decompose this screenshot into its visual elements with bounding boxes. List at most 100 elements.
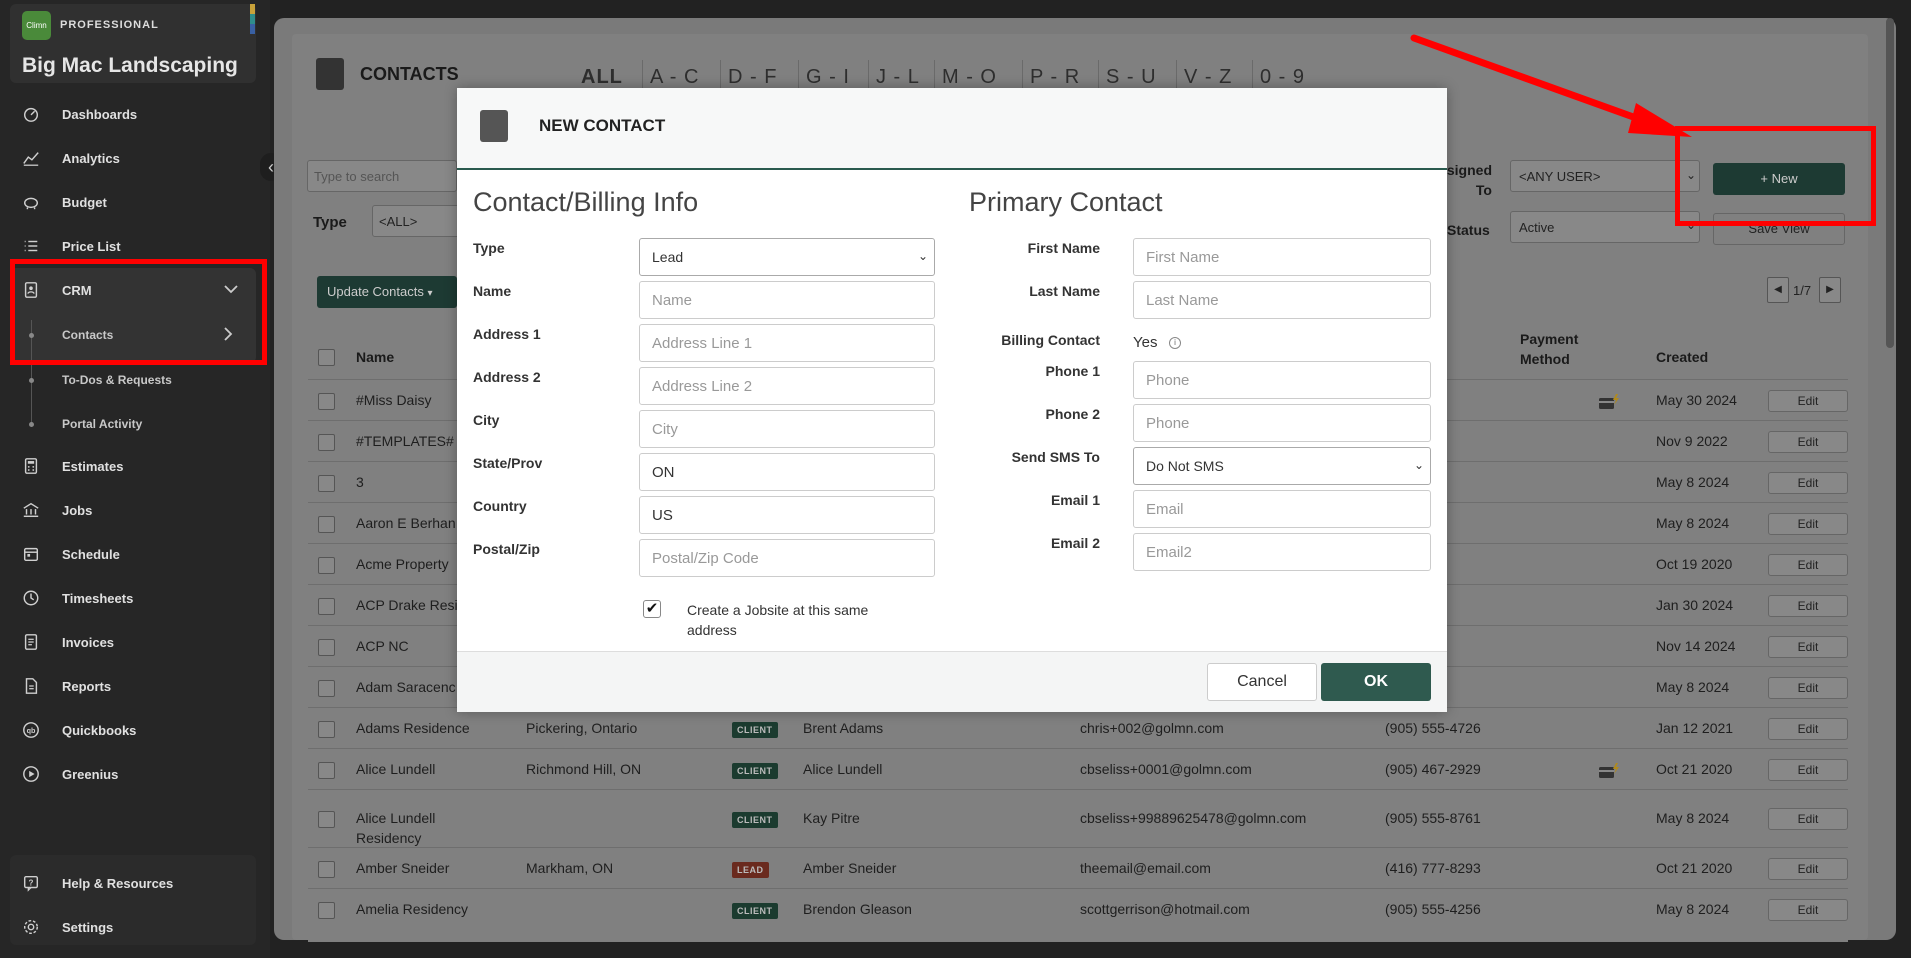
sidebar-item-invoices[interactable]: Invoices	[0, 622, 256, 662]
jobsite-checkbox[interactable]: ✔	[643, 600, 661, 618]
status-filter-select[interactable]: Active ⌄	[1510, 211, 1700, 243]
row-checkbox[interactable]	[318, 639, 335, 656]
edit-button[interactable]: Edit	[1768, 899, 1848, 921]
type-select[interactable]: Lead ⌄	[639, 238, 935, 276]
postal-input[interactable]: Postal/Zip Code	[639, 539, 935, 577]
edit-button[interactable]: Edit	[1768, 759, 1848, 781]
edit-button[interactable]: Edit	[1768, 595, 1848, 617]
edit-button[interactable]: Edit	[1768, 808, 1848, 830]
row-checkbox[interactable]	[318, 475, 335, 492]
table-row[interactable]: Amelia Residency CLIENT Brendon Gleason sco…	[308, 888, 1848, 929]
update-contacts-button[interactable]: Update Contacts ▾	[317, 276, 457, 308]
cell-name[interactable]: Alice Lundell	[356, 761, 435, 777]
cell-name[interactable]: Alice Lundell	[356, 810, 435, 826]
edit-button[interactable]: Edit	[1768, 858, 1848, 880]
alpha-tab[interactable]: S - U	[1106, 66, 1157, 89]
info-icon[interactable]: i	[1169, 337, 1181, 349]
cell-name[interactable]: Aaron E Berhan	[356, 515, 456, 531]
row-checkbox[interactable]	[318, 861, 335, 878]
cell-name[interactable]: Residency	[356, 830, 421, 846]
column-header-name[interactable]: Name	[356, 349, 394, 365]
state-input[interactable]: ON	[639, 453, 935, 491]
cell-name[interactable]: ACP NC	[356, 638, 409, 654]
cell-name[interactable]: Amber Sneider	[356, 860, 449, 876]
cell-name[interactable]: ACP Drake Resi	[356, 597, 458, 613]
edit-button[interactable]: Edit	[1768, 431, 1848, 453]
first-name-input[interactable]: First Name	[1133, 238, 1431, 276]
sms-select[interactable]: Do Not SMS ⌄	[1133, 447, 1431, 485]
sidebar-item-settings[interactable]: Settings	[0, 907, 256, 947]
cell-name[interactable]: Adams Residence	[356, 720, 470, 736]
ok-button[interactable]: OK	[1321, 663, 1431, 701]
cancel-button[interactable]: Cancel	[1207, 663, 1317, 701]
edit-button[interactable]: Edit	[1768, 513, 1848, 535]
alpha-tab[interactable]: A - C	[650, 66, 699, 89]
city-input[interactable]: City	[639, 410, 935, 448]
sidebar-item-jobs[interactable]: Jobs	[0, 490, 256, 530]
row-checkbox[interactable]	[318, 557, 335, 574]
address1-input[interactable]: Address Line 1	[639, 324, 935, 362]
sidebar-item-quickbooks[interactable]: qb Quickbooks	[0, 710, 256, 750]
row-checkbox[interactable]	[318, 598, 335, 615]
sidebar-item-budget[interactable]: Budget	[0, 182, 256, 222]
type-filter-select[interactable]: <ALL>	[372, 205, 462, 237]
cell-name[interactable]: Acme Property	[356, 556, 449, 572]
phone2-input[interactable]: Phone	[1133, 404, 1431, 442]
sidebar-item-help[interactable]: ? Help & Resources	[0, 863, 256, 903]
row-checkbox[interactable]	[318, 434, 335, 451]
prev-page-button[interactable]: ◀	[1767, 277, 1789, 303]
table-row[interactable]: Alice Lundell Residency CLIENT Kay Pitre cbs…	[308, 789, 1848, 847]
edit-button[interactable]: Edit	[1768, 472, 1848, 494]
alpha-tab[interactable]: G - I	[806, 66, 850, 89]
cell-name[interactable]: #Miss Daisy	[356, 392, 431, 408]
edit-button[interactable]: Edit	[1768, 390, 1848, 412]
last-name-input[interactable]: Last Name	[1133, 281, 1431, 319]
email2-input[interactable]: Email2	[1133, 533, 1431, 571]
column-header-created[interactable]: Created	[1656, 349, 1708, 365]
sidebar-item-analytics[interactable]: Analytics	[0, 138, 256, 178]
alpha-tab[interactable]: 0 - 9	[1260, 66, 1305, 89]
sidebar-item-dashboards[interactable]: Dashboards	[0, 94, 256, 134]
sidebar-item-timesheets[interactable]: Timesheets	[0, 578, 256, 618]
email1-input[interactable]: Email	[1133, 490, 1431, 528]
page-scrollbar[interactable]	[1886, 18, 1894, 348]
alpha-tab[interactable]: J - L	[876, 66, 920, 89]
row-checkbox[interactable]	[318, 902, 335, 919]
phone1-input[interactable]: Phone	[1133, 361, 1431, 399]
row-checkbox[interactable]	[318, 516, 335, 533]
cell-name[interactable]: 3	[356, 474, 364, 490]
edit-button[interactable]: Edit	[1768, 677, 1848, 699]
edit-button[interactable]: Edit	[1768, 718, 1848, 740]
table-row[interactable]: Amber Sneider Markham, ON LEAD Amber Sneide…	[308, 847, 1848, 888]
alpha-tab[interactable]: V - Z	[1184, 66, 1232, 89]
table-row[interactable]: Adams Residence Pickering, Ontario CLIENT B…	[308, 707, 1848, 748]
row-checkbox[interactable]	[318, 762, 335, 779]
cell-name[interactable]: #TEMPLATES#	[356, 433, 454, 449]
table-row[interactable]: Alice Lundell Richmond Hill, ON CLIENT Alic…	[308, 748, 1848, 789]
column-header-payment[interactable]: Payment Method	[1520, 329, 1610, 369]
alpha-tab[interactable]: P - R	[1030, 66, 1080, 89]
name-input[interactable]: Name	[639, 281, 935, 319]
sidebar-subitem-portal-activity[interactable]: Portal Activity	[62, 417, 142, 431]
sidebar-item-reports[interactable]: Reports	[0, 666, 256, 706]
search-input[interactable]: Type to search	[307, 160, 457, 192]
sidebar-subitem-todos[interactable]: To-Dos & Requests	[62, 373, 172, 387]
cell-name[interactable]: Amelia Residency	[356, 901, 468, 917]
select-all-checkbox[interactable]	[318, 349, 335, 366]
row-checkbox[interactable]	[318, 721, 335, 738]
sidebar-item-schedule[interactable]: Schedule	[0, 534, 256, 574]
alpha-tab[interactable]: M - O	[942, 66, 997, 89]
next-page-button[interactable]: ▶	[1819, 277, 1841, 303]
assigned-to-select[interactable]: <ANY USER> ⌄	[1510, 160, 1700, 192]
row-checkbox[interactable]	[318, 393, 335, 410]
address2-input[interactable]: Address Line 2	[639, 367, 935, 405]
country-input[interactable]: US	[639, 496, 935, 534]
cell-name[interactable]: Adam Saracenc	[356, 679, 456, 695]
sidebar-item-greenius[interactable]: Greenius	[0, 754, 256, 794]
alpha-tab[interactable]: D - F	[728, 66, 777, 89]
alpha-tab[interactable]: ALL	[581, 66, 623, 89]
row-checkbox[interactable]	[318, 680, 335, 697]
edit-button[interactable]: Edit	[1768, 554, 1848, 576]
sidebar-item-estimates[interactable]: Estimates	[0, 446, 256, 486]
edit-button[interactable]: Edit	[1768, 636, 1848, 658]
